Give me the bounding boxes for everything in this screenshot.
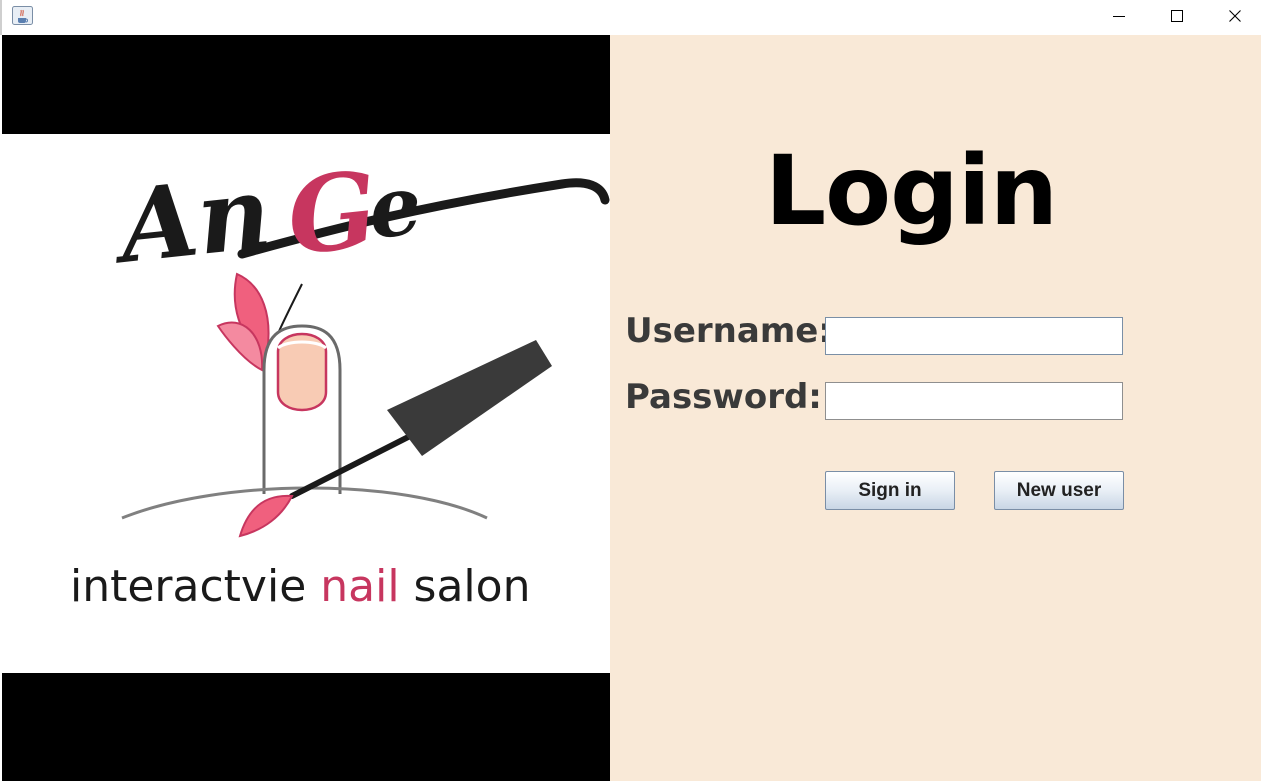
title-bar	[0, 0, 1261, 35]
password-field[interactable]	[825, 382, 1123, 420]
svg-text:interactvie nail salon: interactvie nail salon	[70, 561, 530, 612]
new-user-button[interactable]: New user	[994, 471, 1124, 510]
minimize-button[interactable]	[1090, 0, 1148, 32]
java-coffee-icon[interactable]	[12, 6, 33, 25]
password-label: Password:	[625, 377, 822, 417]
window-content: An G e interactvie nail salon Login User…	[2, 35, 1261, 781]
sign-in-button[interactable]: Sign in	[825, 471, 955, 510]
username-label: Username:	[625, 311, 832, 351]
close-icon	[1229, 10, 1241, 22]
minimize-icon	[1113, 16, 1125, 17]
svg-text:An: An	[106, 153, 276, 287]
svg-text:e: e	[364, 157, 426, 258]
login-panel: Login Username: Password: Sign in New us…	[610, 35, 1261, 781]
maximize-icon	[1171, 10, 1183, 22]
maximize-button[interactable]	[1148, 0, 1206, 32]
logo-panel: An G e interactvie nail salon	[2, 35, 610, 781]
username-field[interactable]	[825, 317, 1123, 355]
login-title: Login	[765, 135, 1058, 247]
salon-logo-image: An G e interactvie nail salon	[2, 134, 610, 673]
close-button[interactable]	[1206, 0, 1261, 32]
